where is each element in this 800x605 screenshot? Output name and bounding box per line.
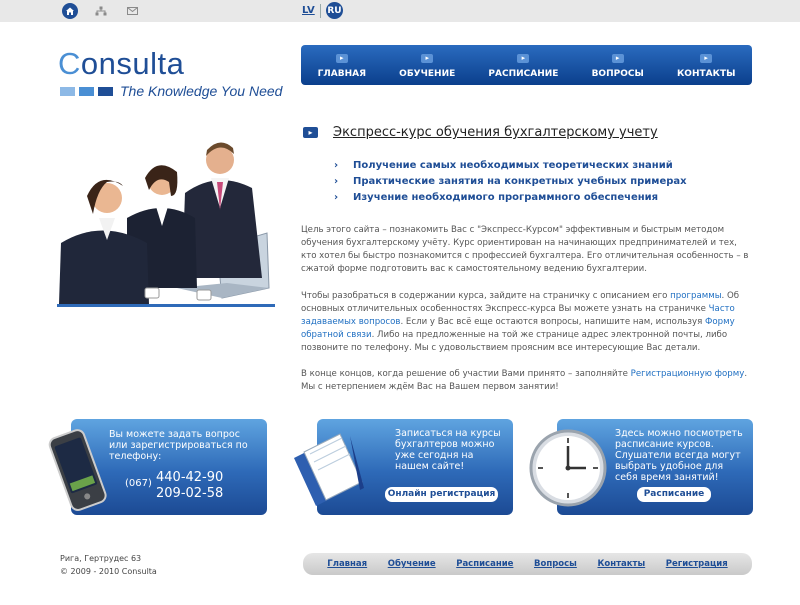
nav-arrow-icon: ▸ [421, 54, 434, 63]
logo[interactable]: Consulta [58, 46, 184, 82]
phone-number-2[interactable]: 209-02-58 [156, 486, 223, 501]
footer-link-home[interactable]: Главная [327, 559, 367, 569]
footer-link-schedule[interactable]: Расписание [456, 559, 513, 569]
clock-icon [529, 429, 607, 507]
intro-paragraph: Цель этого сайта – познакомить Вас с "Эк… [301, 225, 749, 274]
logo-block [98, 87, 113, 96]
logo-name: onsulta [80, 46, 185, 81]
page-title: Экспресс-курс обучения бухгалтерскому уч… [333, 125, 658, 140]
phone-number-1[interactable]: 440-42-90 [156, 470, 223, 485]
folder-icon [294, 433, 364, 506]
logo-tagline: The Knowledge You Need [120, 83, 283, 99]
footer-address: Рига, Гертрудес 63 [60, 554, 142, 563]
mail-icon[interactable] [124, 3, 140, 19]
schedule-button[interactable]: Расписание [637, 487, 711, 502]
nav-label: ОБУЧЕНИЕ [399, 69, 456, 79]
nav-label: РАСПИСАНИЕ [488, 69, 559, 79]
mobile-phone-icon [48, 429, 107, 511]
program-link[interactable]: программы [670, 291, 721, 301]
logo-blocks [60, 87, 113, 96]
registration-form-link[interactable]: Регистрационную форму [631, 369, 745, 379]
top-bar: LV RU [0, 0, 800, 22]
text-span: . Если у Вас всё еще остаются вопросы, н… [400, 317, 705, 327]
business-people-photo [57, 142, 275, 307]
heading-arrow-icon: ▸ [303, 127, 318, 138]
sitemap-icon[interactable] [93, 3, 109, 19]
course-paragraph: Чтобы разобраться в содержании курса, за… [301, 290, 753, 355]
logo-block [79, 87, 94, 96]
nav-arrow-icon: ▸ [517, 54, 530, 63]
home-icon[interactable] [62, 3, 78, 19]
language-separator [320, 4, 321, 18]
nav-arrow-icon: ▸ [335, 54, 348, 63]
online-registration-button[interactable]: Онлайн регистрация [385, 487, 498, 502]
footer-link-contacts[interactable]: Контакты [597, 559, 645, 569]
register-info-text: Записаться на курсы бухгалтеров можно уж… [395, 428, 501, 472]
text-span: В конце концов, когда решение об участии… [301, 369, 631, 379]
footer-copyright: © 2009 - 2010 Consulta [60, 567, 157, 576]
schedule-info-text: Здесь можно посмотреть расписание курсов… [615, 428, 743, 483]
footer-nav: Главная Обучение Расписание Вопросы Конт… [303, 553, 752, 575]
registration-paragraph: В конце концов, когда решение об участии… [301, 368, 753, 394]
list-item: Практические занятия на конкретных учебн… [334, 174, 687, 190]
nav-item-questions[interactable]: ▸ ВОПРОСЫ [592, 54, 644, 79]
main-nav: ▸ ГЛАВНАЯ ▸ ОБУЧЕНИЕ ▸ РАСПИСАНИЕ ▸ ВОПРОСЫ … [301, 45, 752, 85]
logo-first-letter: C [58, 46, 81, 81]
phone-info-text: Вы можете задать вопрос или зарегистриро… [109, 429, 248, 462]
list-item: Получение самых необходимых теоретически… [334, 158, 687, 174]
phone-prefix: (067) [125, 478, 152, 489]
logo-block [60, 87, 75, 96]
feature-list: Получение самых необходимых теоретически… [334, 158, 687, 206]
nav-arrow-icon: ▸ [700, 54, 713, 63]
footer-link-training[interactable]: Обучение [388, 559, 436, 569]
nav-item-home[interactable]: ▸ ГЛАВНАЯ [318, 54, 366, 79]
footer-link-questions[interactable]: Вопросы [534, 559, 577, 569]
text-span: Чтобы разобраться в содержании курса, за… [301, 291, 671, 301]
nav-arrow-icon: ▸ [611, 54, 624, 63]
footer-link-registration[interactable]: Регистрация [666, 559, 728, 569]
list-item: Изучение необходимого программного обесп… [334, 190, 687, 206]
language-lv-link[interactable]: LV [302, 5, 315, 16]
nav-label: ВОПРОСЫ [591, 69, 644, 79]
nav-item-schedule[interactable]: ▸ РАСПИСАНИЕ [488, 54, 558, 79]
language-ru-link[interactable]: RU [326, 2, 343, 19]
nav-label: КОНТАКТЫ [676, 69, 736, 79]
nav-item-training[interactable]: ▸ ОБУЧЕНИЕ [399, 54, 455, 79]
nav-label: ГЛАВНАЯ [317, 69, 367, 79]
nav-item-contacts[interactable]: ▸ КОНТАКТЫ [677, 54, 735, 79]
